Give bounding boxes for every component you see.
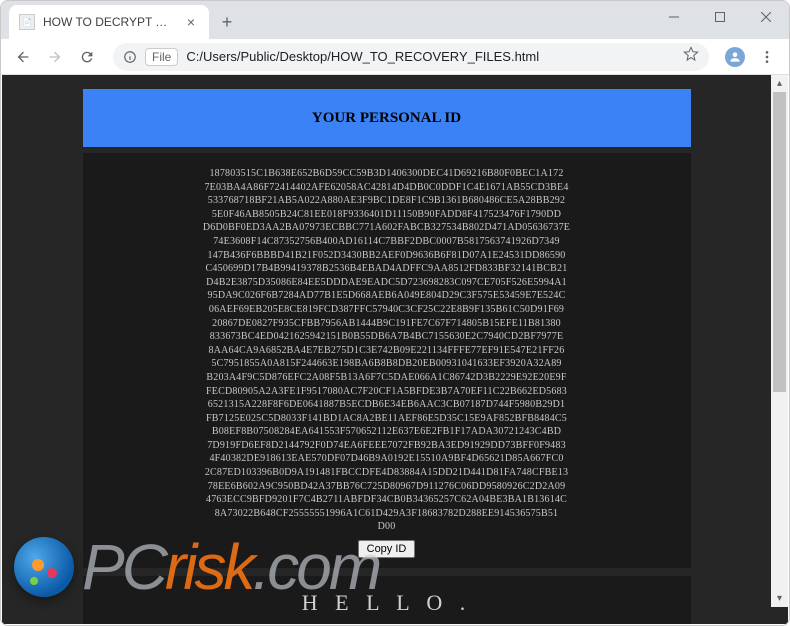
file-icon: 📄 <box>19 14 35 30</box>
page-content: YOUR PERSONAL ID 187803515C1B638E652B6D5… <box>2 75 771 624</box>
address-bar[interactable]: File C:/Users/Public/Desktop/HOW_TO_RECO… <box>113 43 709 71</box>
toolbar: File C:/Users/Public/Desktop/HOW_TO_RECO… <box>1 39 789 75</box>
personal-id-value: 187803515C1B638E652B6D59CC59B3D1406300DE… <box>95 167 679 534</box>
maximize-button[interactable] <box>697 1 743 33</box>
kebab-menu-button[interactable] <box>753 43 781 71</box>
back-button[interactable] <box>9 43 37 71</box>
header-title: YOUR PERSONAL ID <box>312 110 461 127</box>
info-icon <box>123 50 137 64</box>
avatar-icon <box>725 47 745 67</box>
personal-id-box: 187803515C1B638E652B6D59CC59B3D1406300DE… <box>83 153 691 568</box>
page-viewport: YOUR PERSONAL ID 187803515C1B638E652B6D5… <box>2 75 788 624</box>
minimize-button[interactable] <box>651 1 697 33</box>
vertical-scrollbar[interactable]: ▴ ▾ <box>771 75 788 607</box>
file-scheme-badge: File <box>145 48 178 66</box>
tab-title: HOW TO DECRYPT YOUR FILES <box>43 15 175 29</box>
new-tab-button[interactable]: + <box>213 8 241 36</box>
scroll-up-arrow-icon[interactable]: ▴ <box>771 75 788 92</box>
scroll-down-arrow-icon[interactable]: ▾ <box>771 590 788 607</box>
reload-button[interactable] <box>73 43 101 71</box>
browser-window: 📄 HOW TO DECRYPT YOUR FILES × + <box>0 0 790 626</box>
profile-button[interactable] <box>721 43 749 71</box>
address-text: C:/Users/Public/Desktop/HOW_TO_RECOVERY_… <box>186 49 675 64</box>
bookmark-icon[interactable] <box>683 46 699 67</box>
titlebar: 📄 HOW TO DECRYPT YOUR FILES × + <box>1 1 789 39</box>
hello-label: H E L L O . <box>97 590 677 616</box>
close-window-button[interactable] <box>743 1 789 33</box>
personal-id-header: YOUR PERSONAL ID <box>83 89 691 147</box>
hello-box: H E L L O . <box>83 576 691 624</box>
copy-id-button[interactable]: Copy ID <box>358 540 416 558</box>
window-controls <box>651 1 789 33</box>
scrollbar-thumb[interactable] <box>773 92 786 392</box>
forward-button[interactable] <box>41 43 69 71</box>
browser-tab[interactable]: 📄 HOW TO DECRYPT YOUR FILES × <box>9 5 209 39</box>
close-tab-icon[interactable]: × <box>183 14 199 30</box>
